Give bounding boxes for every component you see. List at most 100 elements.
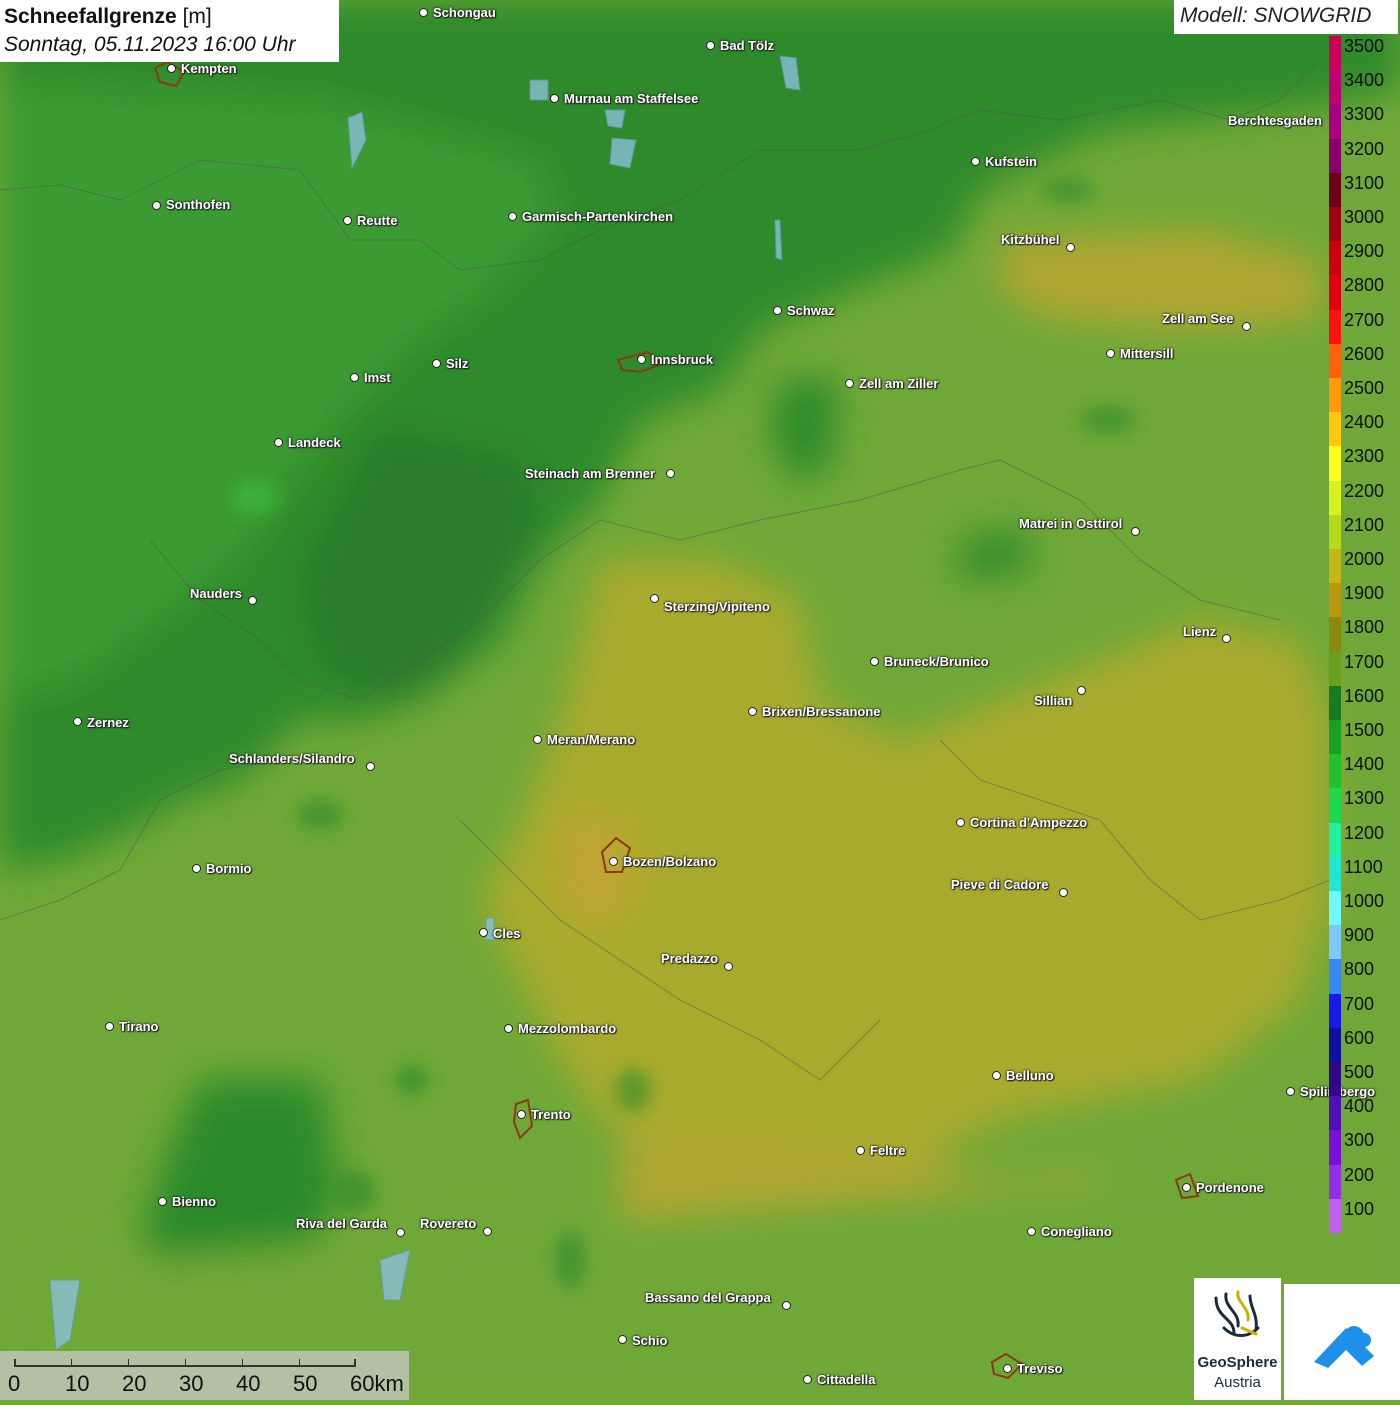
city-marker[interactable] [706, 41, 715, 50]
city-marker[interactable] [366, 762, 375, 771]
legend-color-block [1329, 1096, 1341, 1131]
city-marker[interactable] [73, 717, 82, 726]
city-marker[interactable] [504, 1024, 513, 1033]
city-marker[interactable] [350, 373, 359, 382]
city-marker[interactable] [856, 1146, 865, 1155]
legend-color-block [1329, 138, 1341, 174]
city-marker[interactable] [803, 1375, 812, 1384]
city-marker[interactable] [609, 857, 618, 866]
city-marker[interactable] [248, 596, 257, 605]
city-marker[interactable] [419, 8, 428, 17]
city-marker[interactable] [432, 359, 441, 368]
model-label: Modell: SNOWGRID [1174, 0, 1398, 34]
city-marker[interactable] [533, 735, 542, 744]
city-marker[interactable] [192, 864, 201, 873]
city-marker[interactable] [637, 355, 646, 364]
city-label: Schwaz [787, 303, 835, 318]
legend-label: 1500 [1344, 720, 1385, 740]
legend-label: 300 [1344, 1130, 1375, 1151]
legend-color-block [1329, 720, 1341, 755]
city-label: Reutte [357, 213, 398, 228]
city-marker[interactable] [152, 201, 161, 210]
legend-label: 2900 [1344, 241, 1385, 262]
city-marker[interactable] [992, 1071, 1001, 1080]
city-label: Schongau [433, 5, 496, 20]
legend-color-block [1329, 856, 1341, 892]
city-marker[interactable] [274, 438, 283, 447]
city-marker[interactable] [782, 1301, 791, 1310]
legend-label: 800 [1344, 959, 1375, 980]
legend-label: 2500 [1344, 378, 1385, 398]
city-marker[interactable] [105, 1022, 114, 1031]
city-marker[interactable] [1066, 243, 1075, 252]
legend-label: 3400 [1344, 70, 1385, 91]
city-label: Kitzbühel [1001, 232, 1060, 247]
legend-color-block [1329, 891, 1341, 926]
city-marker[interactable] [724, 962, 733, 971]
city-marker[interactable] [870, 657, 879, 666]
legend-color-block [1329, 651, 1341, 687]
city-marker[interactable] [971, 157, 980, 166]
city-label: Bormio [206, 861, 252, 876]
geosphere-logo-subtext: Austria [1214, 1374, 1261, 1391]
city-label: Cles [493, 926, 521, 941]
legend-label: 1700 [1344, 651, 1385, 672]
city-marker[interactable] [158, 1197, 167, 1206]
city-marker[interactable] [666, 469, 675, 478]
city-marker[interactable] [550, 94, 559, 103]
legend-label: 1000 [1344, 891, 1385, 911]
legend-label: 600 [1344, 1027, 1375, 1048]
city-marker[interactable] [508, 212, 517, 221]
city-marker[interactable] [167, 64, 176, 73]
city-marker[interactable] [1242, 322, 1251, 331]
city-label: Meran/Merano [547, 732, 636, 747]
city-label: Steinach am Brenner [525, 466, 656, 481]
legend-color-block [1329, 412, 1341, 447]
scale-label: 0 [8, 1371, 21, 1396]
city-marker[interactable] [483, 1227, 492, 1236]
city-label: Brixen/Bressanone [762, 704, 881, 719]
legend-color-block [1329, 822, 1341, 858]
scale-label: 50 [293, 1371, 318, 1396]
city-marker[interactable] [1003, 1364, 1012, 1373]
scale-label: 60km [350, 1371, 404, 1396]
city-marker[interactable] [1077, 686, 1086, 695]
city-label: Cittadella [817, 1372, 876, 1387]
legend-label: 3500 [1344, 36, 1385, 56]
scale-label: 30 [179, 1371, 204, 1396]
city-marker[interactable] [1027, 1227, 1036, 1236]
geosphere-logo[interactable]: GeoSphere Austria [1194, 1278, 1281, 1400]
city-marker[interactable] [1059, 888, 1068, 897]
city-label: Sterzing/Vipiteno [664, 599, 770, 614]
legend-color-block [1329, 343, 1341, 379]
legend-label: 3300 [1344, 104, 1385, 125]
city-label: Pordenone [1196, 1180, 1264, 1195]
city-marker[interactable] [618, 1335, 627, 1344]
city-marker[interactable] [650, 594, 659, 603]
city-marker[interactable] [1182, 1183, 1191, 1192]
city-marker[interactable] [748, 707, 757, 716]
city-label: Cortina d'Ampezzo [970, 815, 1088, 830]
city-marker[interactable] [343, 216, 352, 225]
app-logo[interactable] [1284, 1284, 1400, 1400]
city-marker[interactable] [773, 306, 782, 315]
geosphere-logo-text: GeoSphere [1197, 1354, 1278, 1371]
city-marker[interactable] [517, 1110, 526, 1119]
city-marker[interactable] [1106, 349, 1115, 358]
legend-color-block [1329, 925, 1341, 960]
legend-label: 3100 [1344, 172, 1385, 193]
city-marker[interactable] [956, 818, 965, 827]
city-marker[interactable] [396, 1228, 405, 1237]
legend-color-block [1329, 172, 1341, 208]
city-label: Innsbruck [651, 352, 714, 367]
city-marker[interactable] [479, 928, 488, 937]
city-marker[interactable] [1222, 634, 1231, 643]
city-marker[interactable] [1286, 1087, 1295, 1096]
legend-label: 400 [1344, 1096, 1375, 1117]
legend-label: 200 [1344, 1164, 1375, 1185]
legend-label: 2200 [1344, 480, 1385, 501]
city-marker[interactable] [1131, 527, 1140, 536]
city-marker[interactable] [845, 379, 854, 388]
city-label: Treviso [1017, 1361, 1063, 1376]
legend-color-block [1329, 446, 1341, 482]
